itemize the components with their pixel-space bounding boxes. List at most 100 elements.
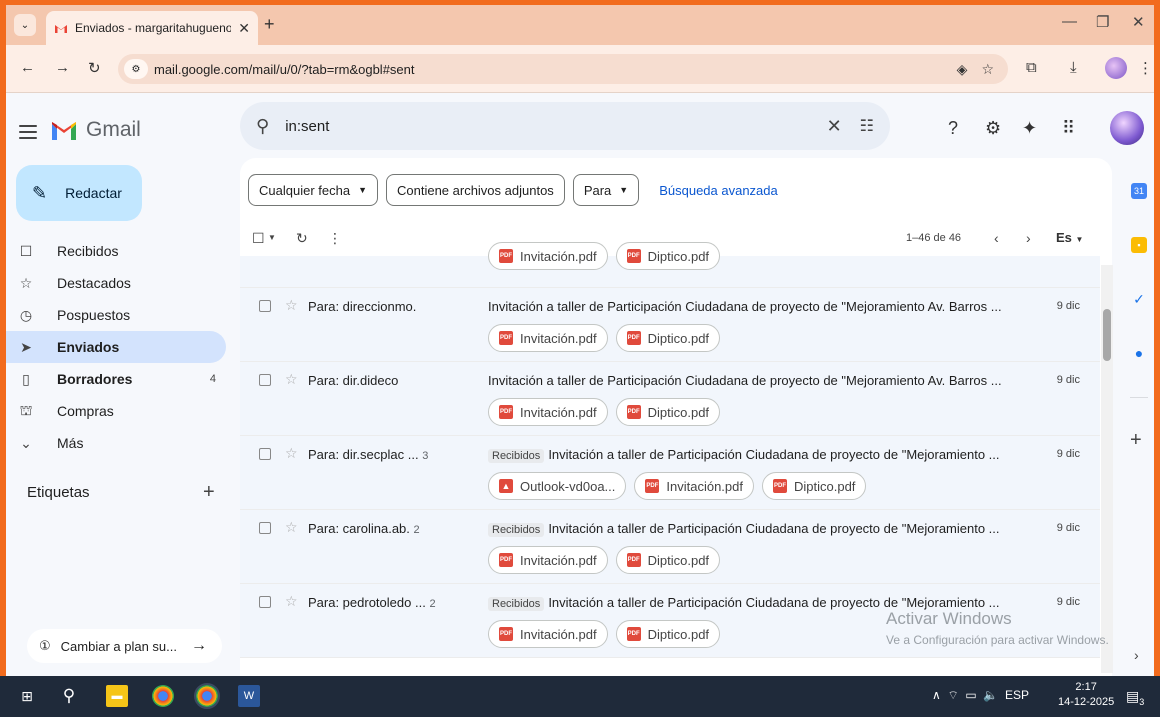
expand-panel-icon[interactable]: › bbox=[1134, 647, 1139, 663]
chrome-icon[interactable] bbox=[152, 685, 174, 707]
sidebar-item-label: Más bbox=[57, 435, 84, 451]
attachment-chip[interactable]: PDF Diptico.pdf bbox=[615, 620, 721, 648]
label-badge[interactable]: Recibidos bbox=[488, 449, 545, 463]
sidebar-item-borradores[interactable]: ▯ Borradores 4 bbox=[6, 363, 226, 395]
label-badge[interactable]: Recibidos bbox=[488, 597, 545, 611]
star-icon[interactable]: ☆ bbox=[285, 297, 298, 314]
input-tools-button[interactable]: Es ▼ bbox=[1056, 230, 1083, 245]
attachment-chip[interactable]: PDF Diptico.pdf bbox=[615, 324, 721, 352]
system-tray[interactable]: ∧ ⌔ ▭ 🔈 ESP bbox=[932, 688, 1029, 703]
star-icon[interactable]: ☆ bbox=[285, 445, 298, 462]
gmail-logo-icon[interactable] bbox=[50, 120, 78, 142]
notifications-icon[interactable]: ▤3 bbox=[1126, 688, 1144, 707]
attachment-chip[interactable]: PDF Invitación.pdf bbox=[634, 472, 754, 500]
attachment-chip[interactable]: PDF Invitación.pdf bbox=[488, 398, 608, 426]
close-tab-icon[interactable]: ✕ bbox=[238, 20, 250, 37]
sidebar-item-enviados[interactable]: ➤ Enviados bbox=[6, 331, 226, 363]
row-checkbox[interactable] bbox=[259, 374, 271, 386]
keep-icon[interactable]: ▪ bbox=[1131, 237, 1147, 253]
search-icon[interactable]: ⚲ bbox=[256, 116, 269, 137]
add-label-icon[interactable]: + bbox=[203, 481, 215, 504]
site-info-icon[interactable]: ⚙ bbox=[124, 59, 148, 79]
attachment-chip[interactable]: PDF Invitación.pdf bbox=[488, 242, 608, 270]
star-icon[interactable]: ☆ bbox=[285, 519, 298, 536]
star-icon[interactable]: ☆ bbox=[285, 593, 298, 610]
date-filter-chip[interactable]: Cualquier fecha ▼ bbox=[248, 174, 378, 206]
mail-list-scrollbar[interactable] bbox=[1101, 265, 1113, 673]
extensions-icon[interactable]: ⧉ bbox=[1026, 59, 1037, 76]
row-checkbox[interactable] bbox=[259, 522, 271, 534]
table-row[interactable]: ☆ Para: direccionmo. Invitación a taller… bbox=[240, 288, 1100, 362]
previous-page-icon[interactable]: ‹ bbox=[994, 230, 999, 246]
gmail-wordmark[interactable]: Gmail bbox=[86, 118, 141, 142]
search-input[interactable] bbox=[285, 117, 827, 135]
star-icon[interactable]: ☆ bbox=[285, 371, 298, 388]
advanced-search-link[interactable]: Búsqueda avanzada bbox=[659, 183, 778, 198]
attachment-chip[interactable]: PDF Invitación.pdf bbox=[488, 620, 608, 648]
attachment-chip[interactable]: PDF Diptico.pdf bbox=[762, 472, 867, 500]
select-dropdown-icon[interactable]: ▼ bbox=[268, 233, 276, 242]
install-icon[interactable]: ◈ bbox=[957, 61, 968, 78]
tab-list-button[interactable]: ⌄ bbox=[14, 14, 36, 36]
browser-profile-avatar[interactable] bbox=[1105, 57, 1127, 79]
attachment-chip[interactable]: ▲ Outlook-vd0oa... bbox=[488, 472, 627, 500]
label-badge[interactable]: Recibidos bbox=[488, 523, 545, 537]
attachment-chip[interactable]: PDF Diptico.pdf bbox=[615, 242, 721, 270]
help-icon[interactable]: ? bbox=[948, 118, 958, 139]
contacts-icon[interactable]: ● bbox=[1131, 345, 1147, 361]
calendar-icon[interactable]: 31 bbox=[1131, 183, 1147, 199]
attachments-filter-chip[interactable]: Contiene archivos adjuntos bbox=[385, 174, 565, 206]
sidebar-item-destacados[interactable]: ☆ Destacados bbox=[6, 267, 226, 299]
refresh-icon[interactable]: ↻ bbox=[296, 230, 308, 247]
select-all-checkbox[interactable]: ☐ bbox=[252, 230, 265, 247]
next-page-icon[interactable]: › bbox=[1026, 230, 1031, 246]
sidebar-item-compras[interactable]: ⛫ Compras bbox=[6, 395, 226, 427]
compose-button[interactable]: ✎ Redactar bbox=[16, 165, 142, 221]
to-filter-chip[interactable]: Para ▼ bbox=[572, 174, 640, 206]
address-bar[interactable]: ⚙ mail.google.com/mail/u/0/?tab=rm&ogbl#… bbox=[118, 54, 1008, 84]
download-icon[interactable]: ⤓ bbox=[1070, 59, 1077, 76]
windows-start-icon[interactable]: ⊞ bbox=[16, 685, 38, 707]
table-row[interactable]: ☆ Para: dir.secplac ... 3 Recibidos Invit… bbox=[240, 436, 1100, 510]
file-explorer-icon[interactable]: ▬ bbox=[106, 685, 128, 707]
attachment-chip[interactable]: PDF Invitación.pdf bbox=[488, 546, 608, 574]
scrollbar-thumb[interactable] bbox=[1103, 309, 1111, 361]
apps-grid-icon[interactable]: ⠿ bbox=[1062, 118, 1075, 139]
new-tab-icon[interactable]: + bbox=[264, 14, 275, 35]
main-menu-icon[interactable] bbox=[19, 125, 37, 143]
back-icon[interactable]: ← bbox=[20, 59, 35, 76]
table-row[interactable]: ☆ Para: dir.dideco Invitación a taller d… bbox=[240, 362, 1100, 436]
more-options-icon[interactable]: ⋮ bbox=[328, 230, 342, 247]
upgrade-plan-button[interactable]: ① Cambiar a plan su... → bbox=[27, 629, 222, 663]
word-icon[interactable]: W bbox=[238, 685, 260, 707]
browser-menu-icon[interactable]: ⋮ bbox=[1138, 59, 1153, 77]
sidebar-item-pospuestos[interactable]: ◷ Pospuestos bbox=[6, 299, 226, 331]
search-icon[interactable]: ⚲ bbox=[58, 685, 80, 707]
attachment-chip[interactable]: PDF Diptico.pdf bbox=[615, 398, 721, 426]
row-checkbox[interactable] bbox=[259, 448, 271, 460]
clear-search-icon[interactable]: ✕ bbox=[827, 116, 842, 137]
settings-gear-icon[interactable]: ⚙ bbox=[985, 118, 1001, 139]
minimize-icon[interactable]: — bbox=[1062, 13, 1077, 30]
taskbar-clock[interactable]: 2:17 14-12-2025 bbox=[1058, 680, 1114, 710]
sidebar-item-recibidos[interactable]: ☐ Recibidos bbox=[6, 235, 226, 267]
table-row[interactable]: PDF Invitación.pdf PDF Diptico.pdf bbox=[240, 242, 1100, 288]
forward-icon[interactable]: → bbox=[55, 59, 70, 76]
gemini-sparkle-icon[interactable]: ✦ bbox=[1022, 118, 1037, 139]
attachment-chip[interactable]: PDF Invitación.pdf bbox=[488, 324, 608, 352]
account-avatar[interactable] bbox=[1110, 111, 1144, 145]
restore-icon[interactable]: ❐ bbox=[1096, 13, 1109, 31]
chrome-profile-icon[interactable] bbox=[194, 683, 220, 709]
row-checkbox[interactable] bbox=[259, 300, 271, 312]
search-options-icon[interactable]: ☷ bbox=[860, 116, 874, 136]
table-row[interactable]: ☆ Para: carolina.ab. 2 Recibidos Invitaci… bbox=[240, 510, 1100, 584]
get-addons-icon[interactable]: + bbox=[1130, 429, 1142, 452]
bookmark-star-icon[interactable]: ☆ bbox=[981, 61, 994, 78]
browser-tab[interactable]: Enviados - margaritahugueno@ ✕ bbox=[46, 11, 258, 45]
close-window-icon[interactable]: ✕ bbox=[1132, 13, 1145, 31]
row-checkbox[interactable] bbox=[259, 596, 271, 608]
tasks-icon[interactable]: ✓ bbox=[1131, 291, 1147, 307]
sidebar-item-mas[interactable]: ⌄ Más bbox=[6, 427, 226, 459]
reload-icon[interactable]: ↻ bbox=[88, 59, 101, 77]
attachment-chip[interactable]: PDF Diptico.pdf bbox=[615, 546, 721, 574]
